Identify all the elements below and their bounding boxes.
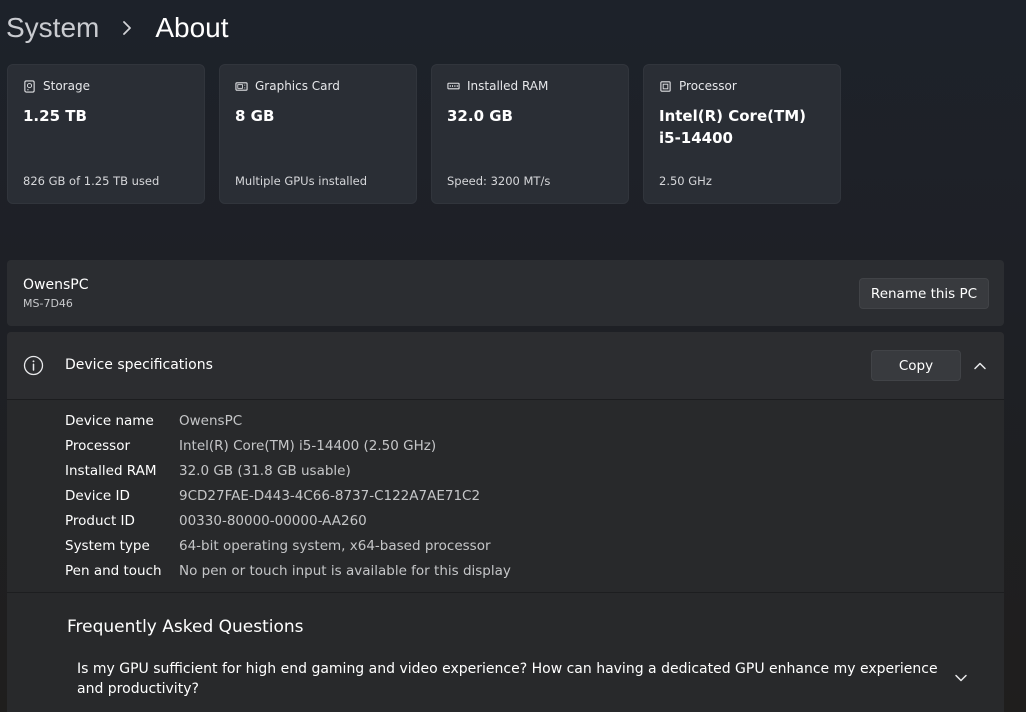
card-subtext: Multiple GPUs installed [235,174,368,188]
spec-row-device-id: Device ID 9CD27FAE-D443-4C66-8737-C122A7… [65,483,511,508]
device-specifications-title: Device specifications [65,357,213,373]
divider [7,592,1004,593]
spec-value: 64-bit operating system, x64-based proce… [179,537,491,554]
card-label: Storage [43,79,90,93]
graphics-card-icon [235,81,248,91]
chevron-down-icon[interactable] [953,670,969,686]
spec-value: 32.0 GB (31.8 GB usable) [179,462,351,479]
summary-cards: Storage 1.25 TB 826 GB of 1.25 TB used G… [7,64,841,204]
card-value: 1.25 TB [23,107,87,125]
spec-label: Processor [65,437,131,454]
pc-name-panel: OwensPC MS-7D46 Rename this PC [7,260,1004,326]
ram-icon [447,82,460,89]
card-label: Installed RAM [467,79,549,93]
page-title: About [155,12,229,43]
spec-row-product-id: Product ID 00330-80000-00000-AA260 [65,508,511,533]
faq-question[interactable]: Is my GPU sufficient for high end gaming… [77,659,947,699]
card-processor[interactable]: Processor Intel(R) Core(TM) i5-14400 2.5… [643,64,841,204]
storage-icon [24,79,35,93]
spec-row-processor: Processor Intel(R) Core(TM) i5-14400 (2.… [65,433,511,458]
spec-value: 00330-80000-00000-AA260 [179,512,367,529]
spec-label: System type [65,537,150,554]
device-specifications-panel: Device specifications Copy Device name O… [7,332,1004,712]
card-value: 8 GB [235,107,275,125]
spec-value: 9CD27FAE-D443-4C66-8737-C122A7AE71C2 [179,487,481,504]
spec-value: No pen or touch input is available for t… [179,562,511,579]
spec-row-device-name: Device name OwensPC [65,408,511,433]
spec-row-installed-ram: Installed RAM 32.0 GB (31.8 GB usable) [65,458,511,483]
spec-label: Installed RAM [65,462,157,479]
spec-label: Device name [65,412,154,429]
card-subtext: Speed: 3200 MT/s [447,174,551,188]
chevron-right-icon [123,21,132,35]
card-value: Intel(R) Core(TM) i5-14400 [659,107,806,147]
faq-title: Frequently Asked Questions [67,617,304,637]
spec-value: OwensPC [179,412,243,429]
processor-icon [660,80,671,92]
spec-value: Intel(R) Core(TM) i5-14400 (2.50 GHz) [179,437,437,454]
breadcrumb-system-link[interactable]: System [6,12,99,44]
card-graphics-card[interactable]: Graphics Card 8 GB Multiple GPUs install… [219,64,417,204]
rename-pc-button[interactable]: Rename this PC [859,278,989,309]
card-value: 32.0 GB [447,107,513,125]
card-label: Graphics Card [255,79,340,93]
card-storage[interactable]: Storage 1.25 TB 826 GB of 1.25 TB used [7,64,205,204]
spec-label: Product ID [65,512,135,529]
spec-row-system-type: System type 64-bit operating system, x64… [65,533,511,558]
pc-name: OwensPC [23,277,89,293]
info-icon [23,355,44,376]
pc-model: MS-7D46 [23,297,73,310]
copy-button[interactable]: Copy [871,350,961,381]
spec-label: Device ID [65,487,130,504]
device-specifications-header[interactable]: Device specifications Copy [7,332,1004,400]
card-label: Processor [679,79,737,93]
spec-row-pen-and-touch: Pen and touch No pen or touch input is a… [65,558,511,583]
chevron-up-icon[interactable] [972,358,988,374]
card-installed-ram[interactable]: Installed RAM 32.0 GB Speed: 3200 MT/s [431,64,629,204]
spec-label: Pen and touch [65,562,162,579]
spec-list: Device name OwensPC Processor Intel(R) C… [65,408,511,583]
card-subtext: 826 GB of 1.25 TB used [23,174,160,188]
card-subtext: 2.50 GHz [659,174,712,188]
breadcrumb: System About [6,8,229,48]
